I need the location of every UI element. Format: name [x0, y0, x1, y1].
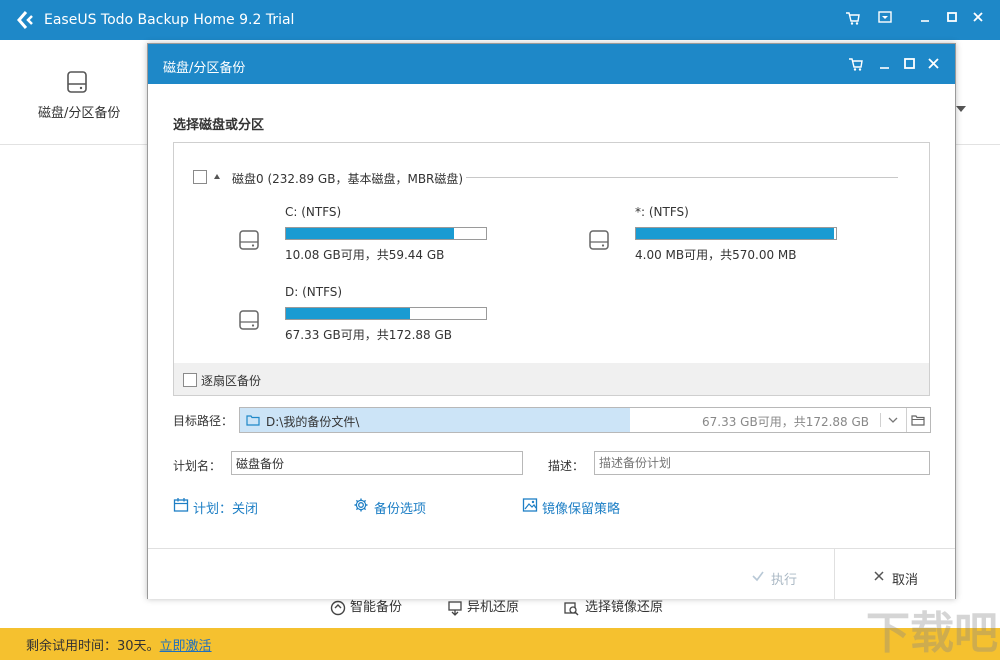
partition-star-name[interactable]: *: (NTFS): [635, 205, 689, 219]
dialog-cart-icon[interactable]: [848, 56, 864, 72]
app-title: EaseUS Todo Backup Home 9.2 Trial: [44, 12, 294, 28]
gear-icon: [353, 497, 369, 513]
svg-text:下载吧: 下载吧: [866, 608, 998, 659]
dialog-title-bar: [148, 44, 955, 84]
execute-button[interactable]: 执行: [771, 569, 797, 588]
partition-star-usage-bar: [635, 227, 837, 240]
partition-d-name[interactable]: D: (NTFS): [285, 285, 342, 299]
activate-link[interactable]: 立即激活: [160, 639, 212, 654]
partition-star-info: 4.00 MB可用，共570.00 MB: [635, 246, 797, 263]
description-label: 描述：: [548, 457, 584, 474]
destination-path: D:\我的备份文件\: [266, 413, 359, 430]
destination-label: 目标路径：: [173, 412, 233, 429]
partition-d-usage-fill: [286, 308, 410, 319]
restore-elsewhere-icon: [447, 600, 463, 616]
partition-c-info: 10.08 GB可用，共59.44 GB: [285, 246, 444, 263]
destination-divider-2: [906, 408, 907, 432]
backup-options-link[interactable]: 备份选项: [374, 498, 426, 517]
disk-icon[interactable]: [66, 70, 88, 94]
dialog-minimize-icon[interactable]: [877, 56, 893, 72]
footer-divider: [834, 549, 835, 599]
partition-star-drive-icon: [588, 229, 610, 251]
disk-selection-panel: 磁盘0 (232.89 GB，基本磁盘，MBR磁盘) C: (NTFS) 10.…: [173, 142, 930, 396]
destination-space: 67.33 GB可用，共172.88 GB: [702, 413, 869, 430]
select-disk-heading: 选择磁盘或分区: [173, 114, 264, 133]
browse-restore-button[interactable]: 选择镜像还原: [585, 598, 663, 618]
chevron-down-icon[interactable]: [886, 413, 900, 427]
plan-name-label: 计划名：: [173, 457, 221, 474]
partition-d-drive-icon: [238, 309, 260, 331]
dialog-maximize-icon[interactable]: [902, 56, 918, 72]
partition-c-drive-icon: [238, 229, 260, 251]
partition-d-usage-bar: [285, 307, 487, 320]
restore-elsewhere-button[interactable]: 异机还原: [467, 598, 519, 618]
trial-status: 剩余试用时间：30天。立即激活: [26, 635, 212, 654]
check-icon: [751, 569, 765, 583]
partition-c-usage-fill: [286, 228, 454, 239]
sector-backup-row: 逐扇区备份: [174, 363, 929, 395]
plan-name-input[interactable]: [231, 451, 523, 475]
partition-c-name[interactable]: C: (NTFS): [285, 205, 341, 219]
maximize-icon[interactable]: [942, 10, 962, 30]
cancel-button[interactable]: 取消: [892, 569, 918, 588]
partition-d-info: 67.33 GB可用，共172.88 GB: [285, 326, 452, 343]
image-icon: [522, 497, 538, 513]
disk0-label: 磁盘0 (232.89 GB，基本磁盘，MBR磁盘): [232, 170, 463, 187]
disk0-checkbox[interactable]: [193, 170, 207, 184]
app-logo-icon: [16, 11, 36, 29]
menu-icon[interactable]: [875, 10, 895, 30]
trial-remaining-text: 剩余试用时间：30天。: [26, 639, 160, 654]
disk-separator: [466, 177, 898, 178]
destination-field[interactable]: D:\我的备份文件\ 67.33 GB可用，共172.88 GB: [239, 407, 931, 433]
smart-backup-icon: [330, 600, 346, 616]
image-reserve-link[interactable]: 镜像保留策略: [542, 498, 620, 517]
disk-backup-dialog: 磁盘/分区备份 选择磁盘或分区 磁盘0 (232.89 GB，基本磁盘，MBR磁…: [147, 43, 956, 599]
sector-backup-label[interactable]: 逐扇区备份: [201, 372, 261, 389]
minimize-icon[interactable]: [915, 10, 935, 30]
cart-icon[interactable]: [843, 10, 863, 30]
sidebar-item-disk-backup[interactable]: 磁盘/分区备份: [38, 102, 120, 121]
close-icon[interactable]: [968, 10, 988, 30]
destination-divider: [880, 413, 881, 427]
schedule-link[interactable]: 计划：关闭: [193, 498, 258, 517]
collapse-triangle-icon[interactable]: [214, 174, 220, 179]
calendar-icon: [173, 497, 189, 513]
dialog-footer: 执行 取消: [148, 548, 955, 599]
dialog-close-icon[interactable]: [926, 56, 942, 72]
description-input[interactable]: [594, 451, 930, 475]
browse-folder-icon[interactable]: [911, 413, 925, 427]
watermark-logo: 下载吧: [858, 598, 1000, 660]
chevron-down-icon[interactable]: [956, 106, 966, 112]
partition-c-usage-bar: [285, 227, 487, 240]
folder-icon: [246, 413, 260, 427]
browse-restore-icon: [563, 600, 579, 616]
cancel-x-icon: [872, 569, 886, 583]
sector-backup-checkbox[interactable]: [183, 373, 197, 387]
dialog-title: 磁盘/分区备份: [163, 57, 245, 76]
smart-backup-button[interactable]: 智能备份: [350, 598, 402, 618]
partition-star-usage-fill: [636, 228, 834, 239]
